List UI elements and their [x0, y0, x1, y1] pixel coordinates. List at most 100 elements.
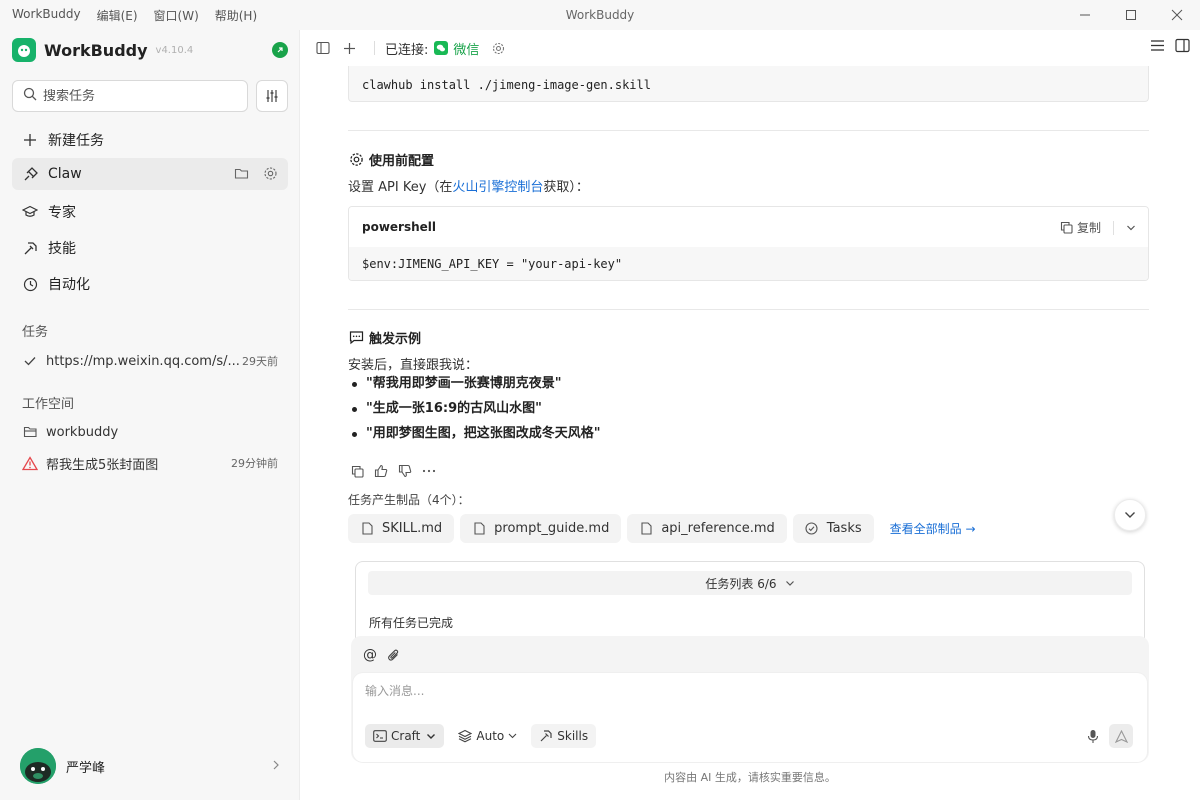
user-profile[interactable]: 严学峰 [20, 748, 288, 784]
minimize-button[interactable] [1062, 0, 1108, 30]
nav-label: 技能 [48, 241, 76, 257]
search-input[interactable] [43, 88, 233, 104]
folder-icon[interactable] [234, 166, 249, 185]
workspace-folder[interactable]: workbuddy [12, 418, 288, 446]
sliders-icon [266, 90, 278, 102]
config-text-pre: 设置 API Key（在 [348, 180, 453, 195]
mention-icon[interactable]: @ [363, 647, 377, 663]
layers-icon [458, 729, 473, 743]
connection-status-icon[interactable] [272, 42, 288, 58]
panel-toggle-icon[interactable] [1175, 38, 1190, 57]
nav-label: 自动化 [48, 277, 90, 293]
model-selector[interactable]: Auto [450, 724, 525, 748]
artifact-chip-skill[interactable]: SKILL.md [348, 514, 455, 543]
list-item: "帮我用即梦画一张赛博朋克夜景" [348, 375, 601, 400]
nav-experts[interactable]: 专家 [12, 196, 288, 228]
nav-automation[interactable]: 自动化 [12, 268, 288, 300]
thumbs-down-icon[interactable] [398, 464, 412, 478]
maximize-button[interactable] [1108, 0, 1154, 30]
menu-app[interactable]: WorkBuddy [12, 7, 81, 24]
workspace-item-title: 帮我生成5张封面图 [46, 457, 159, 473]
menu-window[interactable]: 窗口(W) [154, 7, 199, 24]
filter-button[interactable] [256, 80, 288, 112]
file-icon [472, 522, 486, 536]
workspace-item-time: 29分钟前 [231, 457, 278, 470]
toolbar: 已连接: 微信 [300, 30, 1200, 66]
view-all-artifacts-link[interactable]: 查看全部制品 → [890, 520, 976, 537]
wechat-badge[interactable]: 微信 [434, 39, 479, 58]
task-status: 所有任务已完成 [369, 616, 454, 630]
artifact-name: SKILL.md [382, 521, 443, 536]
plus-icon [22, 132, 38, 148]
task-list-toggle[interactable]: 任务列表 6/6 [368, 571, 1132, 595]
window-controls [1062, 0, 1200, 30]
config-text: 设置 API Key（在火山引擎控制台获取）： [348, 176, 589, 195]
file-icon [639, 522, 653, 536]
wechat-icon [434, 41, 449, 55]
task-title: https://mp.weixin.qq.com/s/... [46, 353, 240, 369]
console-link[interactable]: 火山引擎控制台 [452, 180, 543, 195]
workspace-title: workbuddy [46, 424, 119, 440]
task-time: 29天前 [242, 355, 278, 368]
warning-icon [22, 455, 38, 471]
check-icon [22, 353, 38, 369]
chevron-down-icon [508, 733, 517, 739]
nav-new-task[interactable]: 新建任务 [12, 124, 288, 156]
app-name: WorkBuddy [44, 40, 148, 60]
divider [348, 309, 1149, 310]
settings-icon[interactable] [487, 37, 509, 59]
attachment-icon[interactable] [387, 647, 401, 663]
menu-help[interactable]: 帮助(H) [215, 7, 257, 24]
list-item: "用即梦图生图，把这张图改成冬天风格" [348, 425, 601, 450]
close-window-button[interactable] [1154, 0, 1200, 30]
skills-icon [22, 240, 38, 256]
nav-label: Claw [48, 166, 82, 182]
nav-skills[interactable]: 技能 [12, 232, 288, 264]
workspace-item[interactable]: 帮我生成5张封面图 29分钟前 [12, 449, 288, 477]
trigger-intro: 安装后，直接跟我说： [348, 358, 479, 373]
artifact-chip-tasks[interactable]: Tasks [792, 514, 874, 543]
title-bar: WorkBuddy 编辑(E) 窗口(W) 帮助(H) WorkBuddy [0, 0, 1200, 30]
artifact-chip-api-reference[interactable]: api_reference.md [627, 514, 787, 543]
ai-disclaimer: 内容由 AI 生成，请核实重要信息。 [664, 771, 836, 784]
scroll-down-button[interactable] [1114, 499, 1146, 531]
example-list: "帮我用即梦画一张赛博朋克夜景" "生成一张16:9的古风山水图" "用即梦图生… [348, 375, 601, 450]
more-icon[interactable] [422, 464, 436, 478]
copy-icon[interactable] [350, 464, 364, 478]
connection-label: 已连接: [385, 42, 429, 58]
nav-label: 新建任务 [48, 133, 104, 149]
skills-label: Skills [557, 729, 589, 743]
artifact-chip-prompt-guide[interactable]: prompt_guide.md [460, 514, 622, 543]
gear-icon[interactable] [263, 166, 278, 185]
artifacts-list: SKILL.md prompt_guide.md api_reference.m… [348, 514, 976, 543]
composer: @ Craft [351, 636, 1149, 762]
mode-selector[interactable]: Craft [365, 724, 445, 748]
claw-icon [22, 166, 38, 182]
thumbs-up-icon[interactable] [374, 464, 388, 478]
new-chat-icon[interactable] [338, 37, 360, 59]
send-button[interactable] [1109, 724, 1133, 748]
microphone-icon[interactable] [1087, 729, 1099, 744]
user-name: 严学峰 [66, 760, 106, 776]
menu-edit[interactable]: 编辑(E) [97, 7, 138, 24]
search-icon [23, 87, 37, 105]
copy-icon [1060, 221, 1073, 234]
task-item[interactable]: https://mp.weixin.qq.com/s/... 29天前 [12, 347, 288, 375]
check-circle-icon [805, 522, 819, 536]
trigger-heading: 触发示例 [348, 328, 421, 347]
nav-claw[interactable]: Claw [12, 158, 288, 190]
mode-label: Craft [391, 729, 421, 743]
sidebar-toggle-icon[interactable] [312, 37, 334, 59]
chevron-down-icon[interactable] [1126, 223, 1136, 233]
copy-button[interactable]: 复制 [1077, 219, 1101, 236]
config-heading-text: 使用前配置 [369, 154, 435, 169]
search-box [12, 80, 248, 112]
divider [348, 130, 1149, 131]
skills-button[interactable]: Skills [531, 724, 597, 748]
list-icon[interactable] [1150, 38, 1165, 57]
app-version: v4.10.4 [155, 44, 194, 56]
code-language: powershell [362, 220, 437, 234]
avatar [20, 748, 56, 784]
config-heading: 使用前配置 [348, 150, 434, 169]
message-input[interactable] [365, 684, 1065, 698]
